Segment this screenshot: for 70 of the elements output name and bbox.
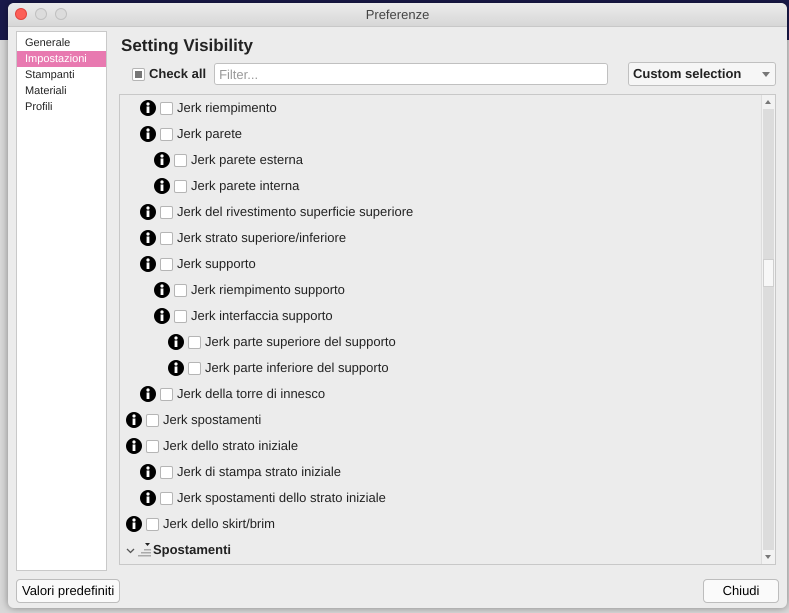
setting-label: Jerk del rivestimento superficie superiore: [177, 203, 414, 222]
info-icon[interactable]: [168, 360, 184, 376]
setting-label: Jerk dello strato iniziale: [163, 437, 298, 456]
setting-label: Jerk della torre di innesco: [177, 385, 326, 404]
setting-label: Jerk riempimento: [177, 99, 277, 118]
info-icon[interactable]: [140, 464, 156, 480]
sidebar-item[interactable]: Profili: [17, 99, 106, 115]
info-icon[interactable]: [140, 126, 156, 142]
setting-checkbox[interactable]: [160, 258, 173, 270]
info-icon[interactable]: [140, 490, 156, 506]
info-icon[interactable]: [126, 516, 142, 532]
setting-checkbox[interactable]: [160, 232, 173, 244]
info-icon[interactable]: [140, 256, 156, 272]
info-icon[interactable]: [140, 100, 156, 116]
setting-label: Jerk spostamenti dello strato iniziale: [177, 489, 386, 508]
setting-label: Jerk parte inferiore del supporto: [205, 359, 389, 378]
sidebar-item[interactable]: Generale: [17, 35, 106, 51]
section-heading: Setting Visibility: [121, 36, 254, 56]
info-icon[interactable]: [126, 412, 142, 428]
setting-label: Jerk strato superiore/inferiore: [177, 229, 346, 248]
info-icon[interactable]: [154, 282, 170, 298]
setting-checkbox[interactable]: [146, 440, 159, 452]
setting-checkbox[interactable]: [188, 336, 201, 348]
setting-checkbox[interactable]: [160, 492, 173, 504]
setting-checkbox[interactable]: [160, 388, 173, 400]
setting-checkbox[interactable]: [160, 102, 173, 114]
setting-label: Jerk parete: [177, 125, 242, 144]
category-label[interactable]: Spostamenti: [153, 540, 232, 560]
setting-label: Jerk interfaccia supporto: [191, 307, 333, 326]
preset-dropdown[interactable]: Custom selection: [628, 62, 776, 86]
window-title: Preferenze: [366, 6, 430, 24]
info-icon[interactable]: [154, 308, 170, 324]
check-all-checkbox[interactable]: [132, 68, 145, 80]
info-icon[interactable]: [140, 386, 156, 402]
setting-checkbox[interactable]: [146, 518, 159, 530]
caret-icon: [761, 70, 771, 78]
scroll-thumb[interactable]: [763, 259, 774, 287]
sidebar-item[interactable]: Stampanti: [17, 67, 106, 83]
setting-checkbox[interactable]: [174, 310, 187, 322]
scrollbar[interactable]: [761, 95, 775, 564]
sidebar-item[interactable]: Materiali: [17, 83, 106, 99]
close-icon[interactable]: [15, 8, 27, 20]
chevron-down-icon[interactable]: [126, 546, 135, 554]
check-all-label[interactable]: Check all: [149, 64, 206, 84]
setting-checkbox[interactable]: [160, 466, 173, 478]
setting-checkbox[interactable]: [146, 414, 159, 426]
setting-checkbox[interactable]: [160, 128, 173, 140]
info-icon[interactable]: [154, 152, 170, 168]
setting-label: Jerk spostamenti: [163, 411, 262, 430]
defaults-button[interactable]: Valori predefiniti: [16, 579, 120, 603]
setting-checkbox[interactable]: [188, 362, 201, 374]
info-icon[interactable]: [168, 334, 184, 350]
info-icon[interactable]: [140, 204, 156, 220]
setting-checkbox[interactable]: [174, 284, 187, 296]
setting-label: Jerk riempimento supporto: [191, 281, 345, 300]
setting-label: Jerk dello skirt/brim: [163, 515, 275, 534]
info-icon[interactable]: [140, 230, 156, 246]
nozzle-layers-icon: [137, 543, 151, 557]
setting-label: Jerk parete interna: [191, 177, 300, 196]
close-button[interactable]: Chiudi: [703, 579, 779, 603]
setting-label: Jerk parte superiore del supporto: [205, 333, 396, 352]
setting-checkbox[interactable]: [160, 206, 173, 218]
info-icon[interactable]: [154, 178, 170, 194]
filter-field[interactable]: Filter...: [214, 63, 608, 85]
info-icon[interactable]: [126, 438, 142, 454]
setting-label: Jerk supporto: [177, 255, 256, 274]
setting-label: Jerk parete esterna: [191, 151, 304, 170]
setting-checkbox[interactable]: [174, 154, 187, 166]
setting-checkbox[interactable]: [174, 180, 187, 192]
setting-label: Jerk di stampa strato iniziale: [177, 463, 342, 482]
